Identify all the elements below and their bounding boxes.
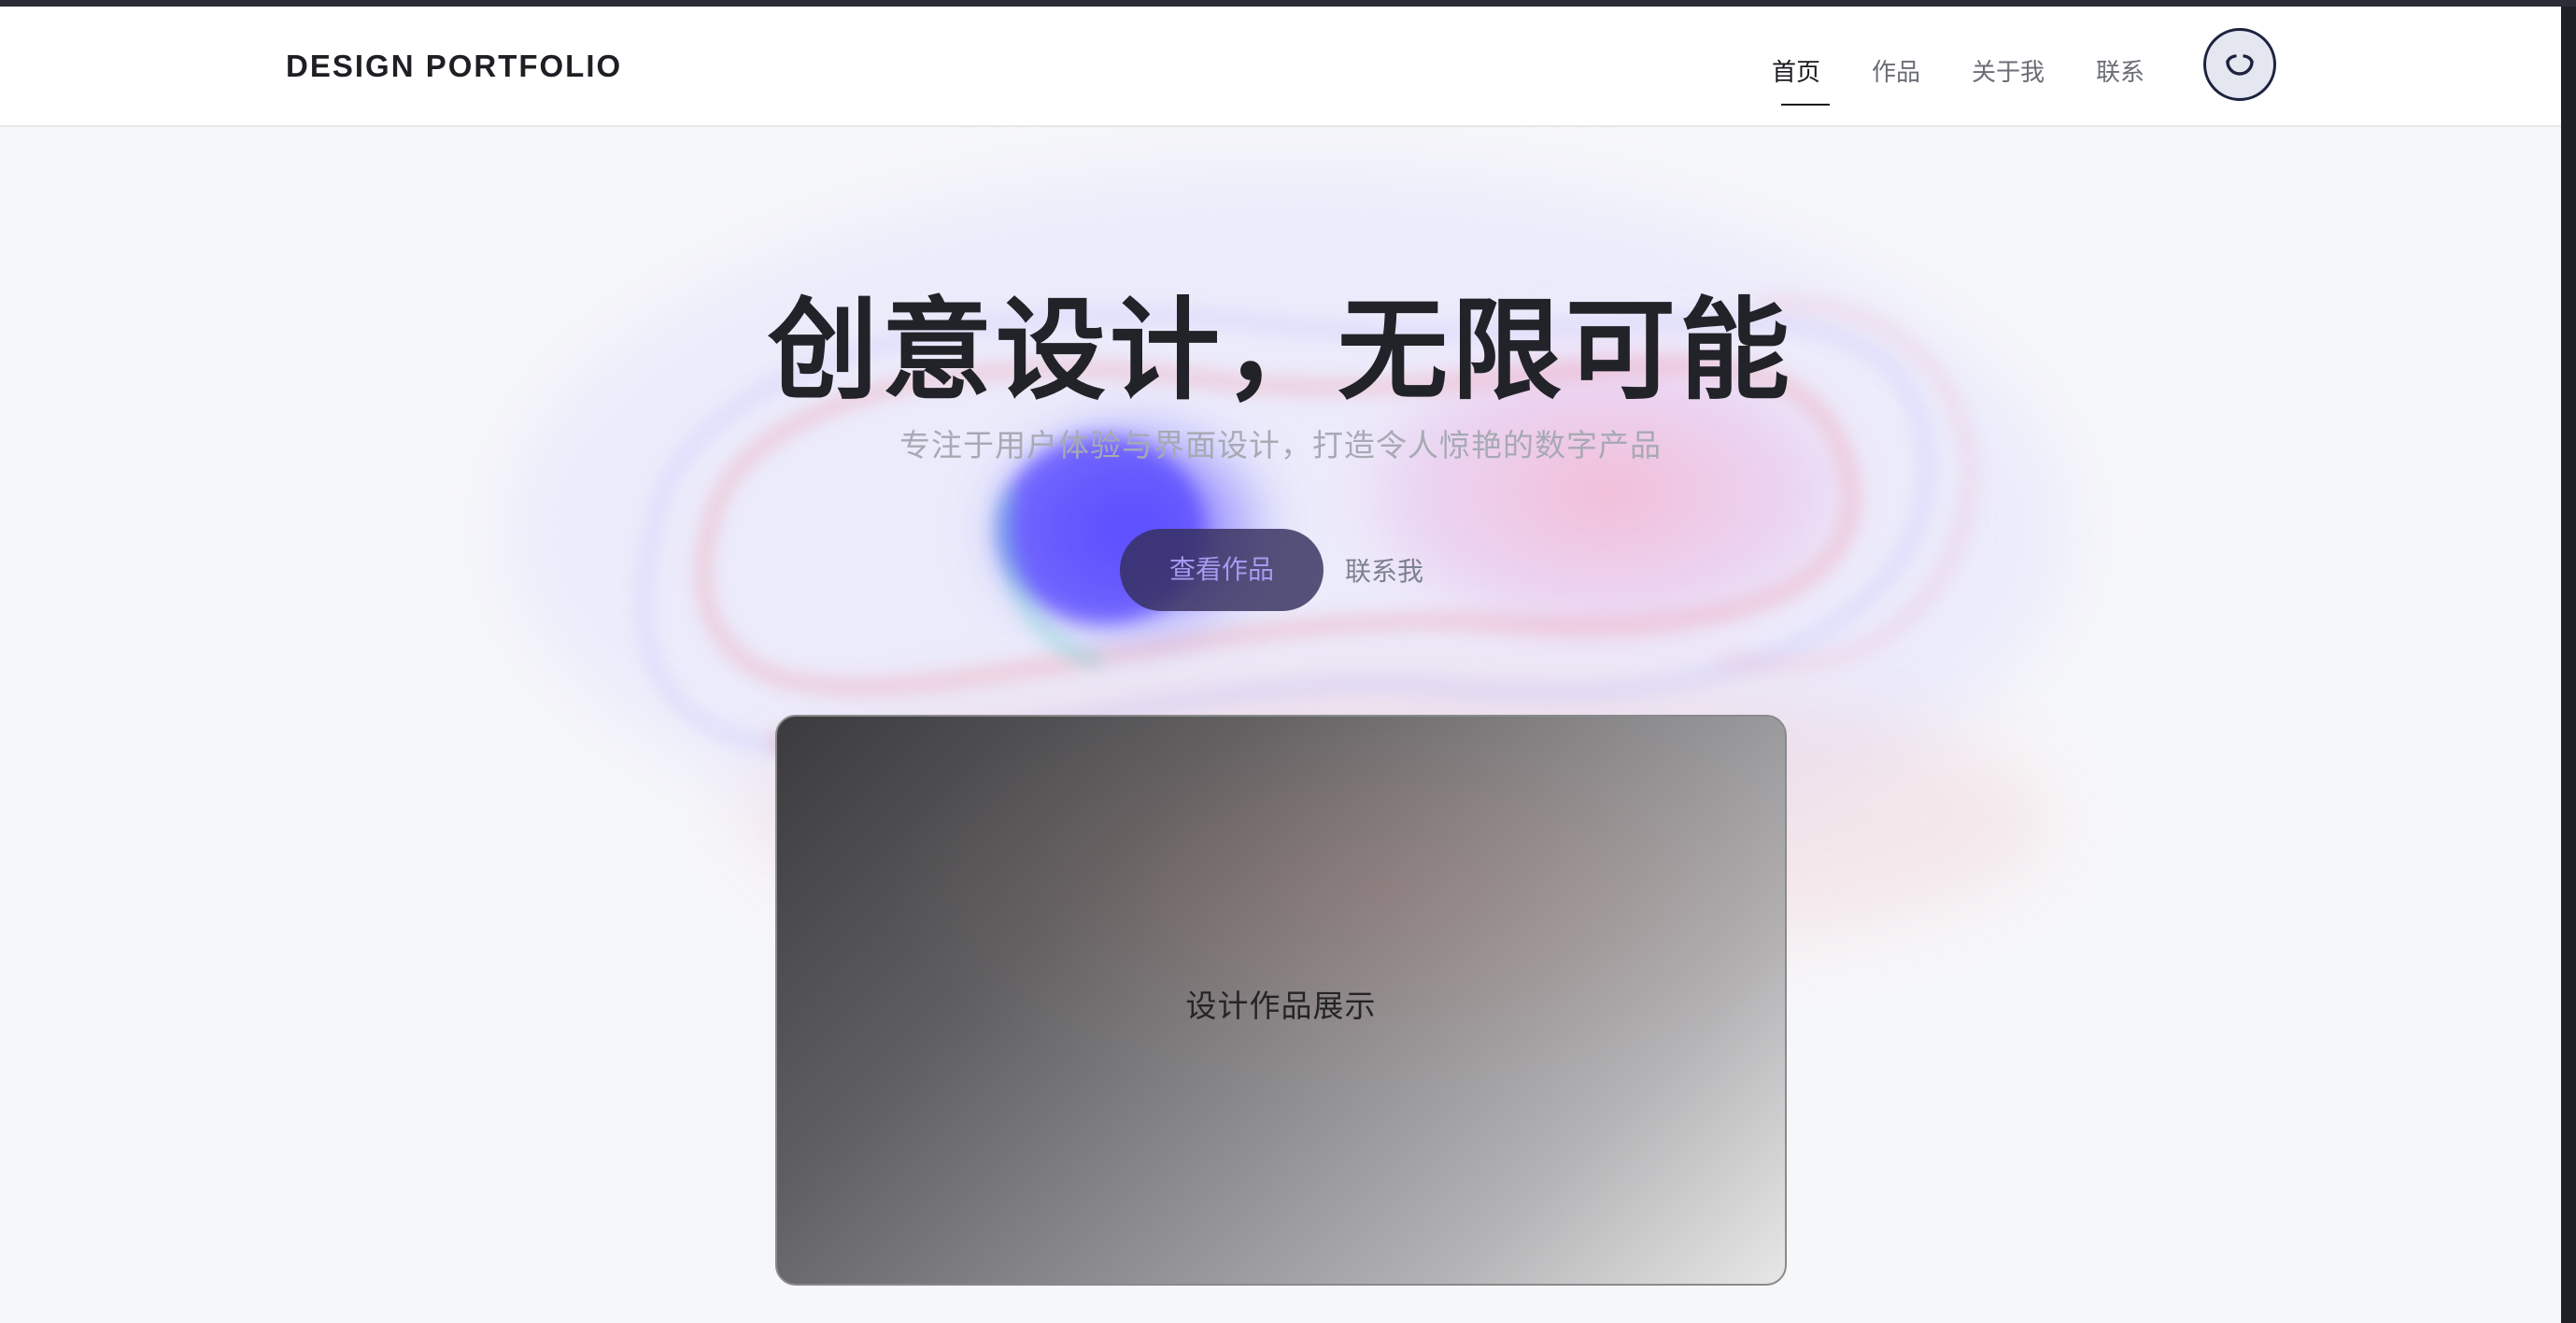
moon-icon	[2226, 54, 2254, 76]
blob-teal-edge	[999, 491, 1103, 665]
nav-active-indicator	[1781, 104, 1830, 106]
showcase-label: 设计作品展示	[1185, 988, 1377, 1024]
theme-toggle-button[interactable]	[2203, 28, 2276, 101]
nav-about[interactable]: 关于我	[1972, 53, 2045, 88]
hero-subtitle: 专注于用户体验与界面设计，打造令人惊艳的数字产品	[899, 427, 1662, 463]
brand-logo[interactable]: DESIGN PORTFOLIO	[286, 49, 622, 84]
page-viewport: DESIGN PORTFOLIO 首页 作品 关于我 联系 创意设计，无限可能 …	[0, 7, 2561, 1323]
showcase-card[interactable]: 设计作品展示	[775, 715, 1787, 1286]
hero-title: 创意设计，无限可能	[767, 286, 1793, 415]
nav-works[interactable]: 作品	[1872, 53, 1920, 88]
window-scroll-gutter	[2561, 7, 2576, 1323]
contact-me-link[interactable]: 联系我	[1345, 551, 1423, 589]
nav-home[interactable]: 首页	[1772, 53, 1820, 88]
nav-contact[interactable]: 联系	[2096, 53, 2144, 88]
view-works-button[interactable]: 查看作品	[1120, 529, 1323, 611]
top-navbar: DESIGN PORTFOLIO 首页 作品 关于我 联系	[0, 7, 2561, 127]
